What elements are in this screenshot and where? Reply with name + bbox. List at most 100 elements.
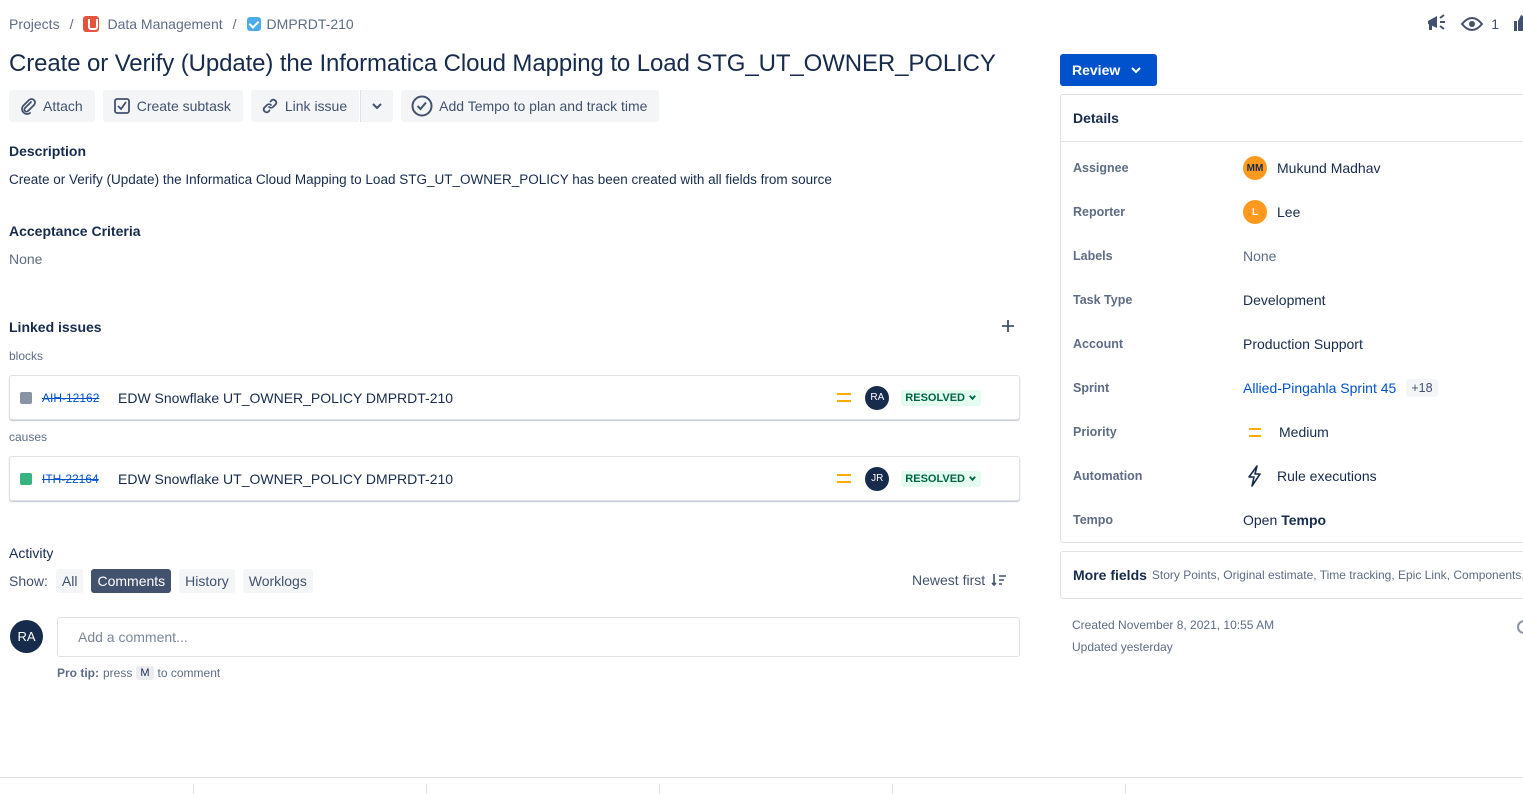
megaphone-icon[interactable] [1425,13,1447,36]
linked-issue-key[interactable]: AIH-12162 [42,391,100,405]
priority-medium-icon [837,393,852,402]
watch-button[interactable]: 1 [1461,16,1499,32]
attach-label: Attach [43,98,83,114]
create-subtask-label: Create subtask [136,98,231,114]
link-issue-dropdown[interactable] [360,90,394,122]
like-icon[interactable] [1513,14,1523,35]
field-reporter[interactable]: Reporter L Lee [1073,198,1523,226]
field-labels[interactable]: Labels None [1073,242,1523,270]
details-panel: Details Assignee MM Mukund Madhav Report… [1060,94,1523,543]
description-label: Description [9,143,87,159]
field-priority[interactable]: Priority Medium [1073,418,1523,446]
breadcrumb-projects[interactable]: Projects [9,16,60,32]
chevron-down-icon [969,395,976,401]
eye-icon [1461,17,1484,31]
priority-value[interactable]: Medium [1279,424,1329,440]
field-label: Sprint [1073,381,1110,395]
linked-issue-summary[interactable]: EDW Snowflake UT_OWNER_POLICY DMPRDT-210 [118,471,837,487]
link-issue-label: Link issue [284,98,348,114]
paperclip-icon [21,98,36,115]
breadcrumb-project[interactable]: Data Management [107,16,222,32]
breadcrumb-issue[interactable]: DMPRDT-210 [267,16,354,32]
tempo-button[interactable]: Add Tempo to plan and track time [401,90,660,122]
more-fields-panel[interactable]: More fields Story Points, Original estim… [1060,551,1523,599]
field-tempo[interactable]: Tempo Open Tempo [1073,506,1523,534]
labels-value[interactable]: None [1243,248,1276,264]
gear-icon[interactable] [1515,618,1523,641]
breadcrumb: Projects / Data Management / DMPRDT-210 [9,14,354,34]
header-actions: 1 [1425,12,1523,36]
field-label: Task Type [1073,293,1133,307]
watch-count: 1 [1491,16,1499,32]
tempo-open[interactable]: Open [1243,512,1277,528]
filter-comments[interactable]: Comments [91,569,172,593]
tempo-name[interactable]: Tempo [1281,512,1326,528]
avatar[interactable]: RA [865,385,890,410]
divider [426,784,427,794]
status-transition-button[interactable]: Review [1060,54,1157,86]
account-value[interactable]: Production Support [1243,336,1363,352]
check-circle-icon [411,95,433,117]
relation-label: causes [9,430,48,444]
field-automation[interactable]: Automation Rule executions [1073,462,1523,490]
comment-input[interactable]: Add a comment... [57,617,1020,657]
chevron-down-icon [969,476,976,482]
add-link-button[interactable] [998,316,1018,341]
more-fields-title: More fields [1073,567,1147,583]
sprint-more-badge[interactable]: +18 [1406,379,1438,397]
details-header[interactable]: Details [1061,95,1523,142]
field-assignee[interactable]: Assignee MM Mukund Madhav [1073,154,1523,182]
acceptance-label: Acceptance Criteria [9,223,141,239]
linked-issue-key[interactable]: ITH-22164 [42,472,100,486]
link-issue-group: Link issue [250,90,394,122]
status-badge[interactable]: RESOLVED [901,389,981,406]
pro-tip-key: M [136,666,154,680]
issue-type-icon [20,472,32,485]
pro-tip-label: Pro tip: [57,666,99,680]
avatar: RA [10,620,43,653]
field-account[interactable]: Account Production Support [1073,330,1523,358]
divider [1125,784,1126,794]
activity-filter: Show: All Comments History Worklogs [9,569,313,593]
issue-type-icon [20,391,32,404]
issue-title[interactable]: Create or Verify (Update) the Informatic… [9,50,996,78]
filter-all[interactable]: All [55,569,84,593]
avatar[interactable]: JR [865,466,890,491]
created-date: Created November 8, 2021, 10:55 AM [1072,618,1275,632]
activity-label: Activity [9,545,54,561]
field-label: Assignee [1073,161,1129,175]
attach-button[interactable]: Attach [9,90,95,122]
sort-icon [991,574,1007,587]
divider [659,784,660,794]
divider [892,784,893,794]
assignee-value[interactable]: Mukund Madhav [1277,160,1381,176]
avatar: L [1243,200,1267,224]
reporter-value[interactable]: Lee [1277,204,1300,220]
more-fields-list: Story Points, Original estimate, Time tr… [1151,568,1523,582]
linked-issue-row[interactable]: ITH-22164 EDW Snowflake UT_OWNER_POLICY … [9,456,1020,501]
status-badge[interactable]: RESOLVED [901,470,981,487]
linked-issue-summary[interactable]: EDW Snowflake UT_OWNER_POLICY DMPRDT-210 [118,390,837,406]
field-task-type[interactable]: Task Type Development [1073,286,1523,314]
plus-icon [1002,320,1014,332]
field-label: Labels [1073,249,1113,263]
acceptance-text[interactable]: None [9,251,42,267]
task-type-value[interactable]: Development [1243,292,1326,308]
relation-label: blocks [9,349,44,363]
automation-value[interactable]: Rule executions [1277,468,1377,484]
field-label: Reporter [1073,205,1126,219]
tempo-label: Add Tempo to plan and track time [439,98,648,114]
filter-worklogs[interactable]: Worklogs [242,569,313,593]
description-text[interactable]: Create or Verify (Update) the Informatic… [9,172,832,187]
sprint-link[interactable]: Allied-Pingahla Sprint 45 [1243,380,1396,396]
create-subtask-button[interactable]: Create subtask [102,90,243,122]
details-title: Details [1073,110,1119,126]
field-sprint[interactable]: Sprint Allied-Pingahla Sprint 45 +18 [1073,374,1523,402]
sort-toggle[interactable]: Newest first [912,572,1007,588]
divider [193,784,194,794]
updated-date: Updated yesterday [1072,640,1173,654]
linked-issue-row[interactable]: AIH-12162 EDW Snowflake UT_OWNER_POLICY … [9,375,1020,420]
divider [0,777,1523,778]
link-issue-button[interactable]: Link issue [250,90,360,122]
filter-history[interactable]: History [179,569,235,593]
